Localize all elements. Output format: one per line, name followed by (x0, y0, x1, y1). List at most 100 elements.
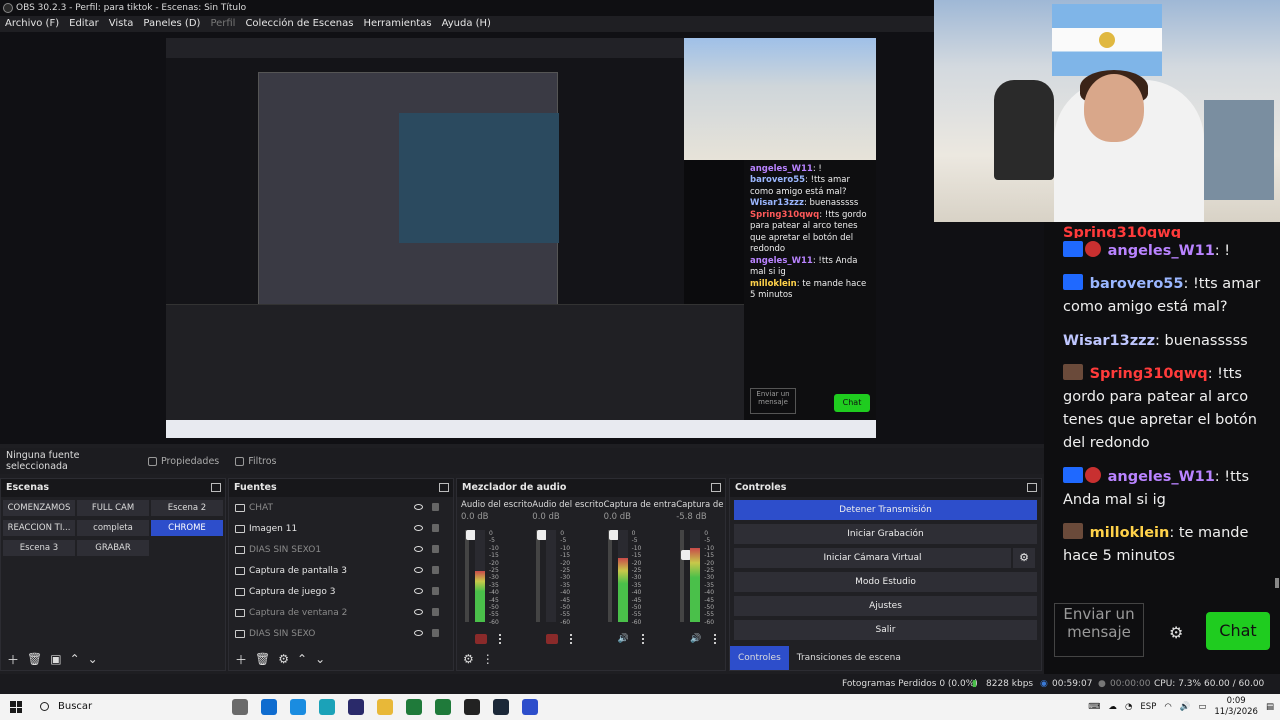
source-item[interactable]: Captura de ventana 2 (229, 602, 453, 623)
volume-fader[interactable] (680, 530, 692, 622)
move-down-icon[interactable]: ⌄ (88, 652, 98, 666)
menu-dots-icon[interactable]: ⋮ (482, 652, 494, 666)
settings-button[interactable]: Ajustes (734, 596, 1037, 616)
taskbar-search[interactable]: Buscar (34, 698, 224, 716)
virtual-camera-button[interactable]: Iniciar Cámara Virtual ⚙ (734, 548, 1035, 568)
lock-icon[interactable] (432, 608, 439, 616)
source-item[interactable]: Captura de pantalla 3 (229, 560, 453, 581)
steam-icon[interactable] (493, 699, 509, 715)
menu-editar[interactable]: Editar (69, 16, 99, 32)
source-item[interactable]: DIAS SIN SEXO1 (229, 539, 453, 560)
obs-icon[interactable] (464, 699, 480, 715)
source-item[interactable]: Imagen 11 (229, 518, 453, 539)
tab-transitions[interactable]: Transiciones de escena (789, 646, 909, 670)
gear-icon[interactable]: ⚙ (278, 652, 289, 666)
wifi-icon[interactable]: ◠ (1164, 702, 1171, 712)
chat-input[interactable]: Enviar un mensaje (1054, 603, 1144, 657)
edge-icon[interactable] (319, 699, 335, 715)
add-icon[interactable]: ＋ (235, 651, 247, 668)
menu-herramientas[interactable]: Herramientas (363, 16, 431, 32)
channel-menu-icon[interactable] (570, 634, 574, 644)
trash-icon[interactable]: 🗑 (255, 652, 270, 666)
folder-icon[interactable] (377, 699, 393, 715)
preview-area[interactable]: angeles_W11: ! barovero55: !tts amar com… (0, 32, 1044, 444)
filters-button[interactable]: Filtros (227, 451, 284, 471)
menu-paneles[interactable]: Paneles (D) (143, 16, 200, 32)
lock-icon[interactable] (432, 587, 439, 595)
scene-item[interactable]: FULL CAM (77, 500, 149, 516)
tab-controls[interactable]: Controles (730, 646, 789, 670)
gear-icon[interactable]: ⚙ (1013, 548, 1035, 568)
volume-icon[interactable]: 🔊 (1180, 702, 1191, 712)
muted-icon[interactable] (475, 634, 487, 644)
lock-icon[interactable] (432, 503, 439, 511)
filter-icon[interactable]: ▣ (50, 652, 61, 666)
menu-archivo[interactable]: Archivo (F) (5, 16, 59, 32)
properties-button[interactable]: Propiedades (140, 451, 227, 471)
lock-icon[interactable] (432, 524, 439, 532)
lock-icon[interactable] (432, 545, 439, 553)
studio-mode-button[interactable]: Modo Estudio (734, 572, 1037, 592)
menu-coleccion-escenas[interactable]: Colección de Escenas (245, 16, 353, 32)
channel-menu-icon[interactable] (499, 634, 503, 644)
exit-button[interactable]: Salir (734, 620, 1037, 640)
network-icon[interactable]: ◔ (1125, 702, 1132, 712)
speaker-icon[interactable]: 🔊 (618, 634, 630, 644)
trash-icon[interactable]: 🗑 (27, 652, 42, 666)
volume-fader[interactable] (465, 530, 476, 622)
volume-fader[interactable] (536, 530, 548, 622)
battery-icon[interactable]: ▭ (1198, 702, 1206, 712)
muted-icon[interactable] (546, 634, 559, 644)
store-icon[interactable] (261, 699, 277, 715)
menu-perfil[interactable]: Perfil (210, 16, 235, 32)
channel-menu-icon[interactable] (641, 634, 646, 644)
keyboard-icon[interactable]: ⌨ (1088, 702, 1100, 712)
eye-off-icon[interactable] (414, 609, 423, 615)
stop-stream-button[interactable]: Detener Transmisión (734, 500, 1037, 520)
menu-vista[interactable]: Vista (109, 16, 134, 32)
menu-ayuda[interactable]: Ayuda (H) (442, 16, 491, 32)
preview-canvas[interactable]: angeles_W11: ! barovero55: !tts amar com… (166, 38, 876, 438)
source-item[interactable]: CHAT (229, 497, 453, 518)
scene-item[interactable]: GRABAR (77, 540, 149, 556)
undock-icon[interactable] (711, 483, 721, 492)
add-icon[interactable]: ＋ (7, 651, 19, 668)
app-icon[interactable] (522, 699, 538, 715)
undock-icon[interactable] (1027, 483, 1037, 492)
windows-start-icon[interactable] (10, 701, 22, 713)
clock[interactable]: 0:09 11/3/2026 (1214, 696, 1258, 718)
onedrive-icon[interactable]: ☁ (1109, 702, 1118, 712)
source-item[interactable]: Captura de juego 3 (229, 581, 453, 602)
scene-item[interactable]: Escena 3 (3, 540, 75, 556)
speaker-icon[interactable]: 🔊 (690, 634, 702, 644)
source-item[interactable]: DIAS SIN SEXO (229, 623, 453, 644)
eye-off-icon[interactable] (414, 504, 423, 510)
lock-icon[interactable] (432, 629, 439, 637)
task-view-icon[interactable] (232, 699, 248, 715)
eye-icon[interactable] (414, 588, 423, 594)
scene-item[interactable]: Escena 2 (151, 500, 223, 516)
channel-menu-icon[interactable] (714, 634, 718, 644)
scene-item-active[interactable]: CHROME (151, 520, 223, 536)
notifications-icon[interactable]: ▤ (1266, 702, 1274, 712)
eye-icon[interactable] (414, 567, 423, 573)
scene-item[interactable]: COMENZAMOS (3, 500, 75, 516)
eye-icon[interactable] (414, 525, 423, 531)
start-record-button[interactable]: Iniciar Grabación (734, 524, 1037, 544)
language-indicator[interactable]: ESP (1140, 702, 1156, 712)
move-up-icon[interactable]: ⌃ (70, 652, 80, 666)
chat-scrollbar[interactable] (1275, 578, 1279, 588)
scene-item[interactable]: completa (77, 520, 149, 536)
volume-fader[interactable] (607, 530, 619, 622)
eye-off-icon[interactable] (414, 630, 423, 636)
gear-icon[interactable]: ⚙ (463, 652, 474, 666)
chrome-icon[interactable] (435, 699, 451, 715)
eye-off-icon[interactable] (414, 546, 423, 552)
chrome-icon[interactable] (406, 699, 422, 715)
gear-icon[interactable]: ⚙ (1169, 620, 1183, 646)
move-up-icon[interactable]: ⌃ (297, 652, 307, 666)
scene-item[interactable]: REACCION TI... (3, 520, 75, 536)
app-icon[interactable] (348, 699, 364, 715)
undock-icon[interactable] (439, 483, 449, 492)
outlook-icon[interactable] (290, 699, 306, 715)
